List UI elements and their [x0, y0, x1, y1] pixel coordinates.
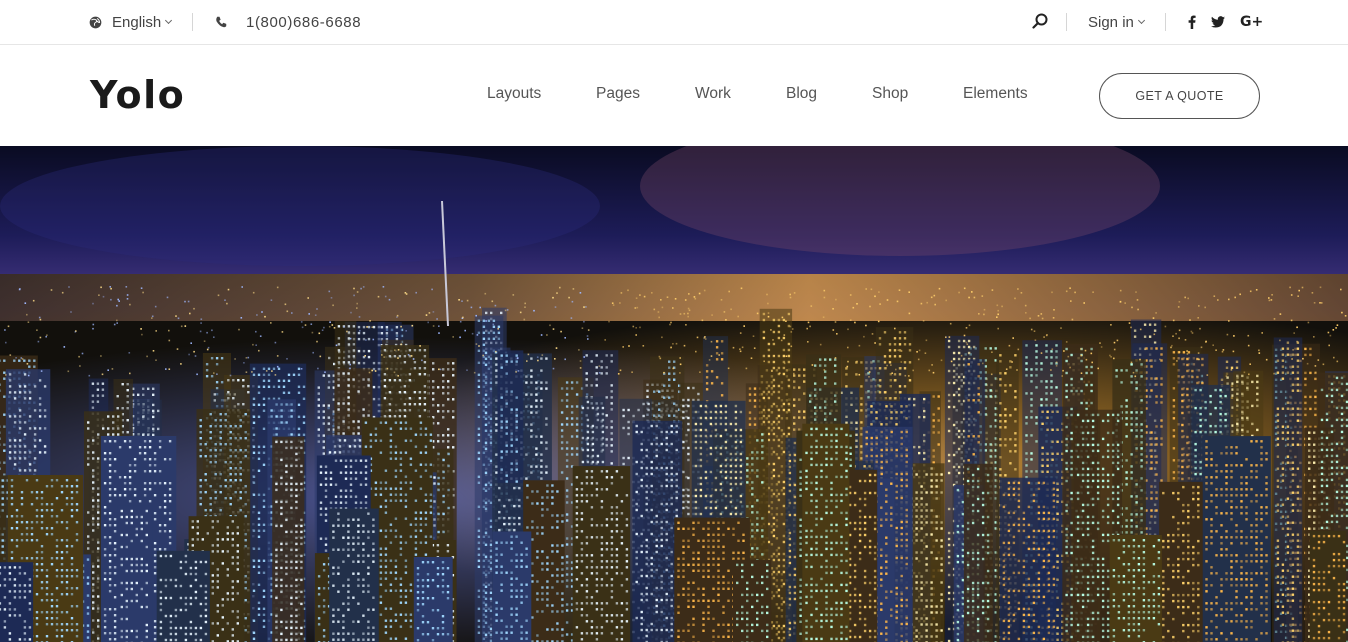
get-a-quote-button[interactable]: GET A QUOTE	[1099, 73, 1260, 119]
night-city-skyline-illustration	[0, 146, 1348, 642]
top-bar: English 1(800)686-6688 Sign in G+	[0, 0, 1348, 45]
hero-image	[0, 146, 1348, 642]
globe-icon	[89, 16, 102, 28]
nav-item-shop[interactable]: Shop	[872, 85, 908, 103]
divider	[1165, 13, 1166, 31]
twitter-link[interactable]	[1211, 0, 1225, 44]
get-a-quote-label: GET A QUOTE	[1135, 89, 1224, 103]
chevron-down-icon	[165, 16, 173, 24]
language-selector[interactable]: English	[89, 0, 173, 44]
phone-icon	[216, 16, 227, 28]
nav-item-pages[interactable]: Pages	[596, 85, 640, 103]
facebook-link[interactable]	[1188, 0, 1196, 44]
main-header: Yolo Layouts Pages Work Blog Shop Elemen…	[0, 45, 1348, 146]
phone-contact[interactable]: 1(800)686-6688	[215, 0, 361, 44]
sign-in-label: Sign in	[1088, 13, 1134, 31]
divider	[1066, 13, 1067, 31]
sign-in-menu[interactable]: Sign in	[1088, 0, 1145, 44]
divider	[192, 13, 193, 31]
phone-number: 1(800)686-6688	[246, 13, 362, 31]
twitter-icon	[1211, 16, 1225, 28]
nav-item-layouts[interactable]: Layouts	[487, 85, 541, 103]
nav-item-blog[interactable]: Blog	[786, 85, 817, 103]
google-plus-link[interactable]: G+	[1240, 0, 1263, 44]
facebook-icon	[1188, 15, 1196, 29]
nav-item-elements[interactable]: Elements	[963, 85, 1028, 103]
search-icon[interactable]	[1032, 13, 1048, 29]
google-plus-icon: G+	[1240, 14, 1264, 30]
nav-item-work[interactable]: Work	[695, 85, 731, 103]
site-logo[interactable]: Yolo	[90, 73, 185, 117]
chevron-down-icon	[1137, 16, 1145, 24]
language-label: English	[112, 13, 162, 31]
